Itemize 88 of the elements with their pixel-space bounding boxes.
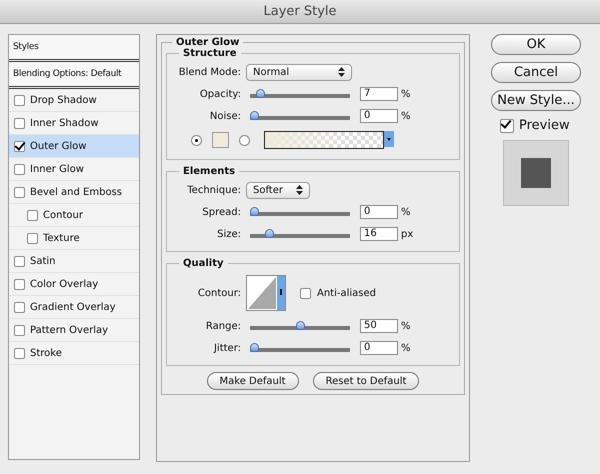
default-button[interactable]: Reset to Default bbox=[312, 372, 420, 390]
style-item[interactable]: Inner Glow bbox=[9, 158, 139, 181]
dialog-button[interactable]: New Style... bbox=[491, 90, 581, 111]
preview-thumbnail bbox=[503, 140, 569, 206]
input-field[interactable]: 7 bbox=[360, 87, 398, 101]
dialog-button[interactable]: Cancel bbox=[491, 62, 581, 83]
style-item[interactable]: Satin bbox=[9, 250, 139, 273]
style-label: Color Overlay bbox=[30, 278, 98, 290]
unit-label: % bbox=[401, 206, 411, 218]
dialog-button[interactable]: OK bbox=[491, 34, 581, 55]
section-title: Quality bbox=[182, 258, 225, 269]
style-label: Stroke bbox=[30, 348, 62, 358]
style-label: Outer Glow bbox=[30, 140, 86, 152]
style-label: Texture bbox=[43, 232, 80, 244]
input-field[interactable]: 0 bbox=[360, 341, 398, 355]
style-label: Gradient Overlay bbox=[30, 302, 116, 312]
slider-thumb[interactable] bbox=[256, 89, 266, 98]
technique-select[interactable]: Softer bbox=[246, 182, 310, 198]
field-label: Noise: bbox=[208, 110, 242, 122]
checkbox[interactable] bbox=[27, 232, 38, 244]
style-item[interactable]: Bevel and Emboss bbox=[9, 181, 139, 204]
field-label: Jitter: bbox=[212, 342, 242, 354]
checkbox[interactable] bbox=[14, 118, 25, 128]
checkbox[interactable] bbox=[500, 118, 514, 132]
slider-thumb[interactable] bbox=[250, 207, 259, 216]
checkbox[interactable] bbox=[14, 186, 25, 198]
checkbox-label: Anti-aliased bbox=[317, 288, 376, 298]
unit-label: % bbox=[401, 342, 411, 354]
unit-label: % bbox=[401, 110, 411, 122]
slider-thumb[interactable] bbox=[250, 111, 259, 120]
style-label: Drop Shadow bbox=[30, 94, 97, 106]
blend-mode-select[interactable]: Normal bbox=[246, 64, 352, 80]
unit-label: px bbox=[401, 228, 414, 240]
style-item[interactable]: Outer Glow bbox=[9, 135, 139, 158]
slider-thumb[interactable] bbox=[250, 343, 259, 352]
style-item[interactable]: Color Overlay bbox=[9, 273, 139, 296]
input-field[interactable]: 16 bbox=[360, 227, 398, 241]
style-item[interactable]: Stroke bbox=[9, 342, 139, 365]
field-label: Contour: bbox=[196, 288, 242, 298]
input-field[interactable]: 50 bbox=[360, 319, 398, 333]
default-button[interactable]: Make Default bbox=[206, 372, 299, 390]
checkbox[interactable] bbox=[14, 278, 25, 290]
style-label: Satin bbox=[30, 256, 56, 266]
contour-picker[interactable] bbox=[246, 275, 286, 311]
style-item[interactable]: Contour bbox=[9, 204, 139, 227]
checkbox[interactable] bbox=[27, 210, 38, 220]
style-label: Pattern Overlay bbox=[30, 324, 108, 336]
stepper-icon bbox=[338, 67, 345, 77]
unit-label: % bbox=[401, 88, 411, 100]
section-title: Elements bbox=[182, 166, 236, 177]
radio-button[interactable] bbox=[191, 134, 202, 146]
field-label: Technique: bbox=[186, 184, 242, 196]
checkbox[interactable] bbox=[14, 302, 25, 312]
style-item[interactable]: Gradient Overlay bbox=[9, 296, 139, 319]
field-label: Size: bbox=[216, 228, 242, 240]
field-label: Range: bbox=[204, 320, 242, 332]
checkbox[interactable] bbox=[14, 94, 25, 106]
checkbox[interactable] bbox=[14, 348, 25, 358]
field-label: Blend Mode: bbox=[178, 66, 242, 78]
field-label: Opacity: bbox=[198, 88, 242, 100]
stepper-icon bbox=[296, 185, 303, 195]
color-swatch[interactable] bbox=[212, 132, 229, 148]
slider-thumb[interactable] bbox=[296, 321, 304, 330]
style-label: Bevel and Emboss bbox=[30, 186, 122, 198]
style-label: Contour bbox=[43, 210, 83, 220]
checkbox[interactable] bbox=[300, 288, 311, 298]
style-label: Inner Shadow bbox=[30, 118, 99, 128]
checkbox[interactable] bbox=[14, 164, 25, 174]
dropdown-icon[interactable] bbox=[384, 131, 394, 147]
style-item[interactable]: Drop Shadow bbox=[9, 89, 139, 112]
radio-button[interactable] bbox=[239, 134, 250, 146]
blending-options-item[interactable]: Blending Options: Default bbox=[9, 62, 139, 89]
style-item[interactable]: Texture bbox=[9, 227, 139, 250]
unit-label: % bbox=[401, 320, 411, 332]
field-label: Spread: bbox=[201, 206, 242, 218]
input-field[interactable]: 0 bbox=[360, 205, 398, 219]
window-title: Layer Style bbox=[263, 4, 337, 19]
input-field[interactable]: 0 bbox=[360, 109, 398, 123]
slider-thumb[interactable] bbox=[264, 229, 274, 238]
styles-header[interactable]: Styles bbox=[9, 35, 139, 62]
checkbox-label: Preview bbox=[519, 118, 570, 133]
style-item[interactable]: Pattern Overlay bbox=[9, 319, 139, 342]
section-title: Structure bbox=[182, 48, 238, 59]
checkbox[interactable] bbox=[14, 256, 25, 266]
section-title: Outer Glow bbox=[175, 37, 240, 48]
style-label: Inner Glow bbox=[30, 164, 84, 174]
checkbox[interactable] bbox=[14, 140, 25, 152]
checkbox[interactable] bbox=[14, 324, 25, 336]
